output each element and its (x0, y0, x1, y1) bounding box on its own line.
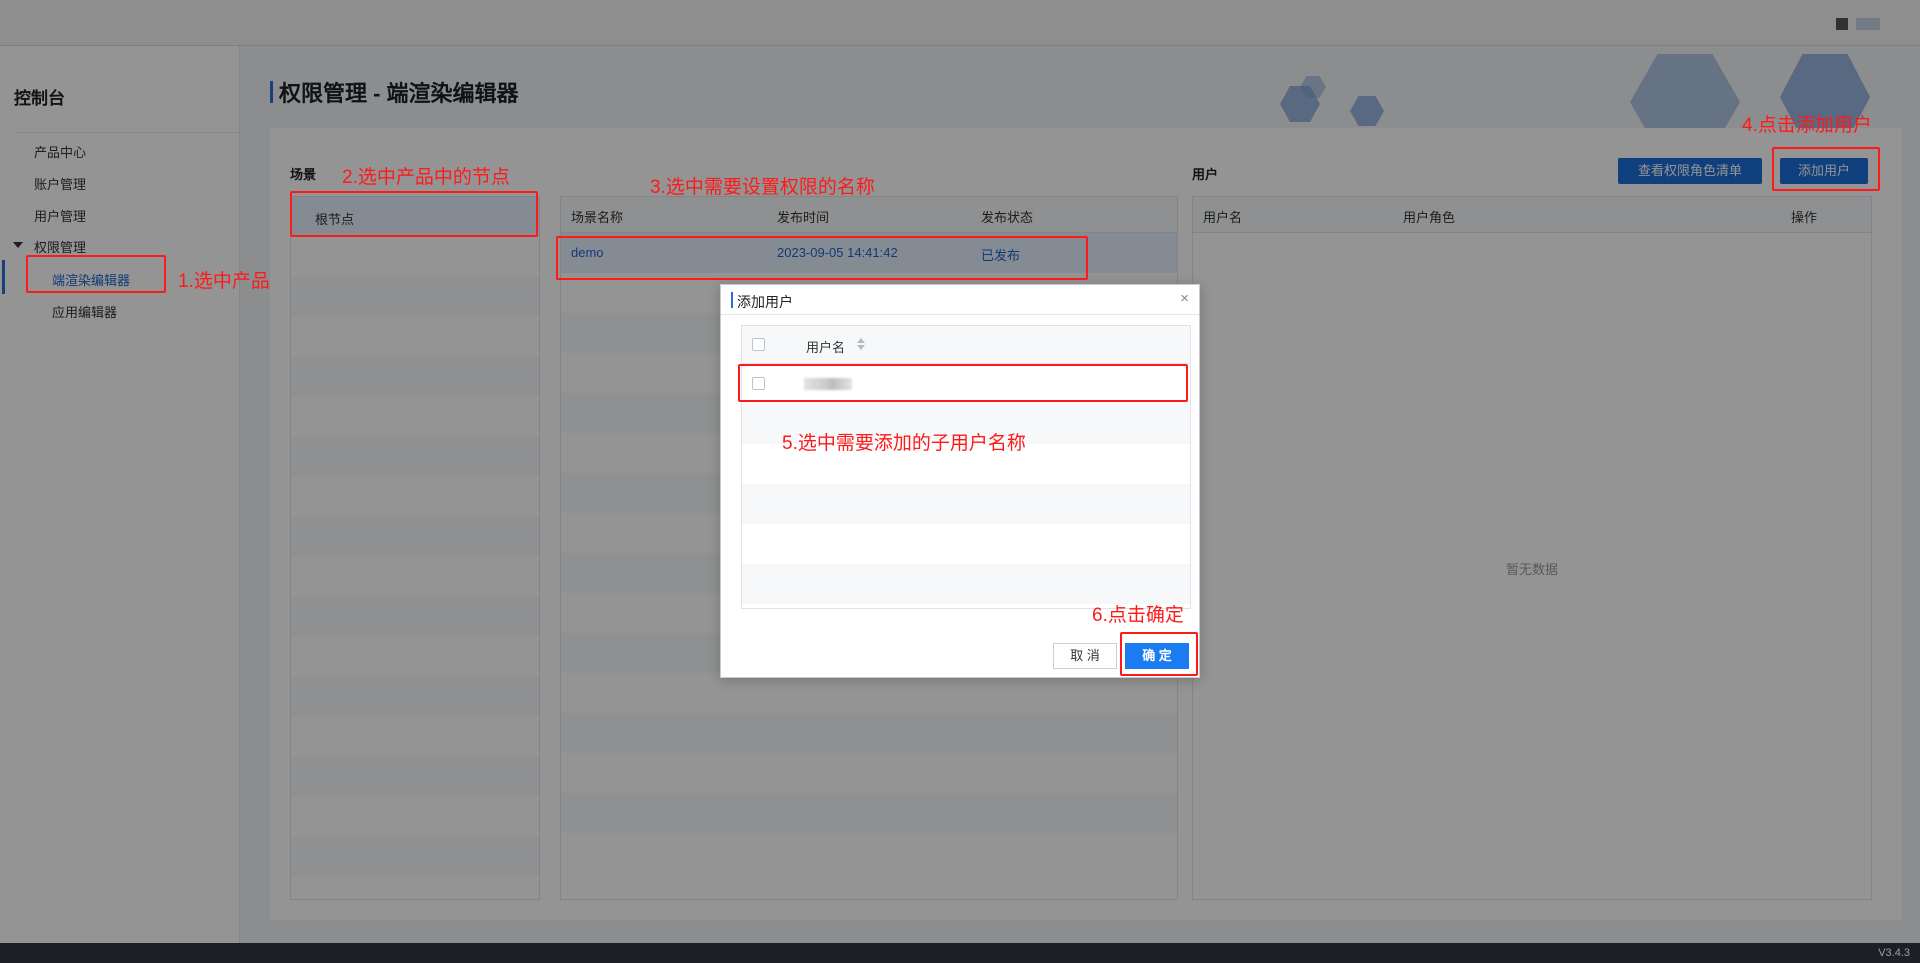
annotation-step5: 5.选中需要添加的子用户名称 (782, 433, 1026, 454)
dialog-header: 添加用户 × (721, 285, 1199, 315)
sort-icon[interactable] (856, 338, 866, 352)
version-label: V3.4.3 (1878, 947, 1910, 959)
user-select-header: 用户名 (742, 326, 1190, 364)
close-icon[interactable]: × (1180, 290, 1189, 307)
annotation-box-step6 (1120, 632, 1198, 676)
annotation-box-step2 (290, 191, 538, 237)
annotation-step6: 6.点击确定 (1092, 605, 1184, 626)
footer: V3.4.3 (0, 943, 1920, 963)
annotation-step2: 2.选中产品中的节点 (342, 167, 510, 188)
cancel-button[interactable]: 取 消 (1053, 643, 1117, 669)
annotation-box-step3 (556, 236, 1088, 280)
dialog-title: 添加用户 (737, 294, 793, 310)
annotation-step4: 4.点击添加用户 (1742, 115, 1872, 136)
annotation-box-step5 (738, 364, 1188, 402)
annotation-step1: 1.选中产品 (178, 271, 270, 292)
select-all-checkbox[interactable] (752, 338, 765, 351)
annotation-box-step1 (26, 255, 166, 293)
annotation-step3: 3.选中需要设置权限的名称 (650, 177, 875, 198)
annotation-box-step4 (1772, 147, 1880, 191)
column-header: 用户名 (806, 340, 846, 355)
